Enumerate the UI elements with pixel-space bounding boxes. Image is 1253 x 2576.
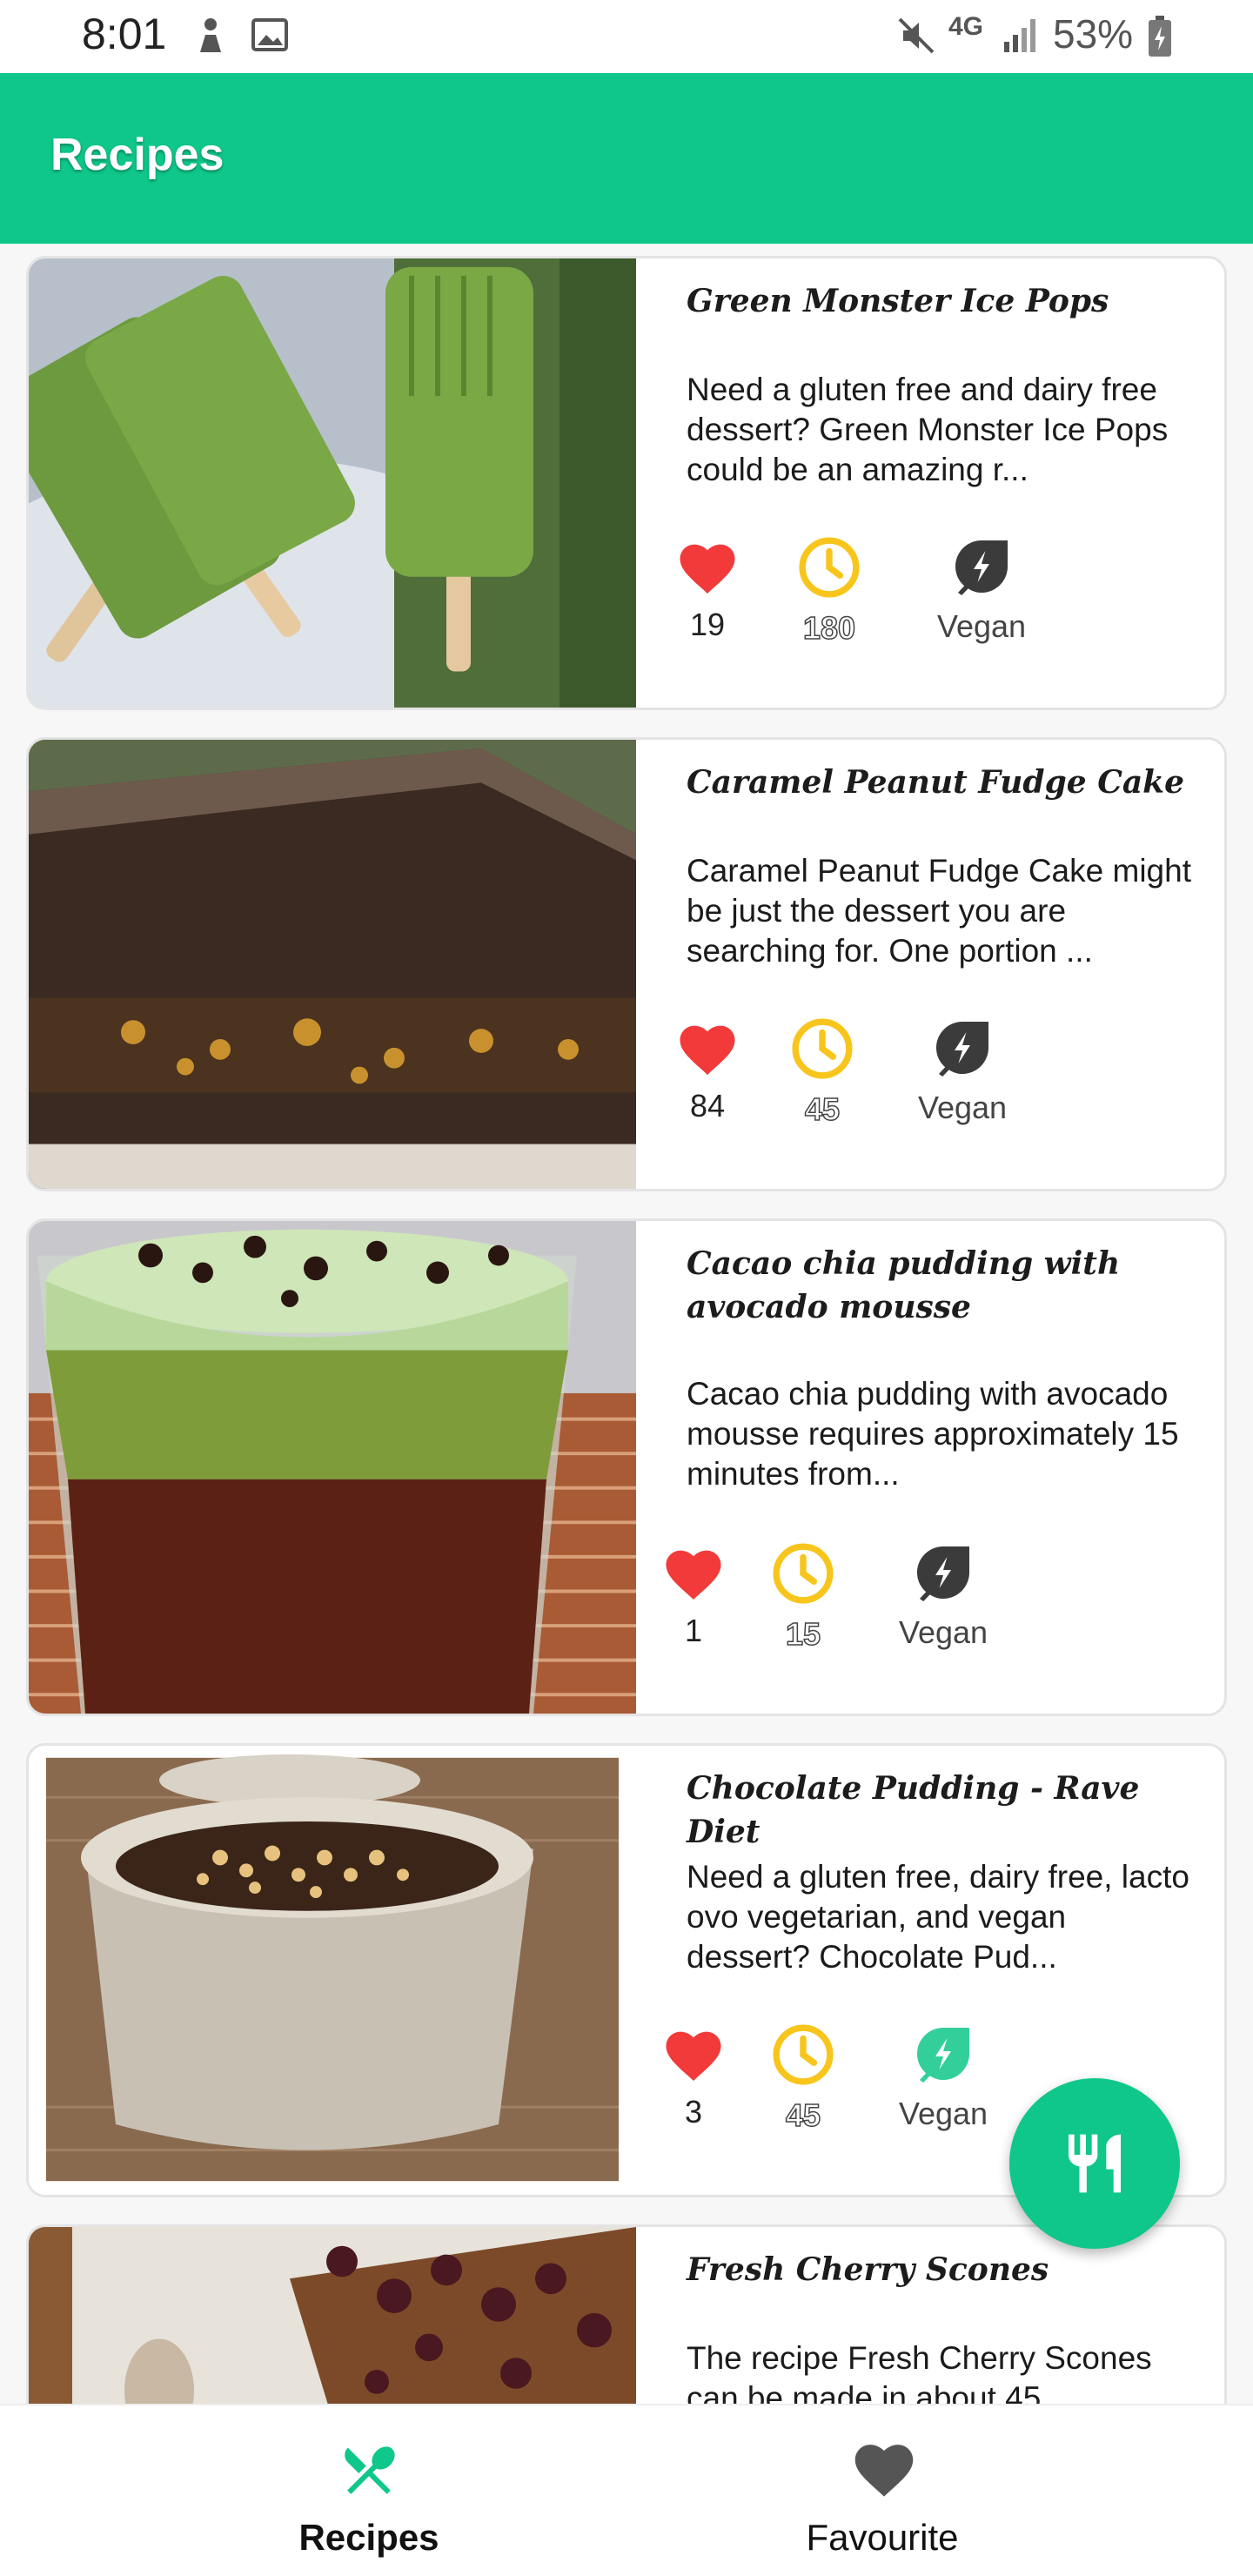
restaurant-icon [1069, 2134, 1121, 2193]
time-stat: 15 [760, 1541, 847, 1653]
recipe-card[interactable]: Fresh Cherry Scones The recipe Fresh Che… [26, 2224, 1227, 2404]
recipe-description: Cacao chia pudding with avocado mousse r… [687, 1376, 1179, 1492]
vegan-stat: Vegan [887, 1541, 1000, 1651]
recipe-card[interactable]: Green Monster Ice Pops Need a gluten fre… [26, 256, 1227, 710]
signal-icon [1001, 16, 1041, 58]
nav-item-favourite[interactable]: Favourite [569, 2405, 1196, 2576]
likes-stat: 84 [673, 1020, 742, 1124]
leaf-icon [917, 2028, 969, 2083]
recipe-image [29, 740, 636, 1189]
restaurant-fab-button[interactable] [1009, 2078, 1180, 2249]
mute-icon [896, 16, 936, 60]
time-stat: 45 [779, 1016, 866, 1128]
recipe-image [29, 1746, 636, 2195]
bottom-navigation: Recipes Favourite [0, 2404, 1253, 2576]
leaf-icon [917, 1546, 969, 1601]
recipe-title: Caramel Peanut Fudge Cake [687, 764, 1185, 801]
status-bar: 8:01 4G 53% [0, 0, 1253, 73]
clock-icon [773, 2024, 834, 2085]
recipe-title: Cacao chia pudding with avocado mousse [687, 1245, 1121, 1325]
heart-icon [680, 1025, 735, 1075]
vegan-stat: Vegan [906, 1016, 1019, 1126]
status-time: 8:01 [82, 10, 167, 58]
time-minutes: 45 [804, 1090, 841, 1128]
gallery-icon [251, 16, 289, 58]
fork-knife-icon [345, 2446, 395, 2494]
time-minutes: 45 [785, 2096, 821, 2134]
notification-icon [193, 16, 228, 60]
time-stat: 45 [760, 2023, 847, 2134]
time-minutes: 15 [785, 1615, 821, 1653]
diet-label: Vegan [898, 1614, 988, 1650]
battery-icon [1147, 16, 1173, 62]
app-bar: Recipes [0, 73, 1253, 244]
recipe-description: Caramel Peanut Fudge Cake might be just … [687, 853, 1191, 969]
nav-label-favourite: Favourite [806, 2517, 959, 2558]
likes-count: 1 [684, 1613, 703, 1648]
recipe-card[interactable]: Caramel Peanut Fudge Cake Caramel Peanut… [26, 737, 1227, 1191]
vegan-stat: Vegan [925, 535, 1038, 645]
clock-icon [799, 537, 860, 598]
recipe-description: Need a gluten free and dairy free desser… [687, 372, 1169, 487]
leaf-icon [955, 540, 1008, 595]
clock-icon [792, 1018, 853, 1079]
recipe-image [29, 1221, 636, 1714]
vegan-stat: Vegan [887, 2023, 1000, 2132]
page-title: Recipes [50, 130, 224, 180]
likes-stat: 19 [673, 539, 742, 643]
recipe-title: Fresh Cherry Scones [687, 2251, 1049, 2288]
likes-count: 3 [684, 2094, 703, 2130]
heart-icon [666, 1550, 721, 1600]
heart-icon [854, 2445, 914, 2497]
likes-stat: 3 [659, 2026, 728, 2130]
likes-stat: 1 [659, 1545, 728, 1649]
diet-label: Vegan [898, 2096, 988, 2131]
recipe-list[interactable]: Green Monster Ice Pops Need a gluten fre… [0, 244, 1253, 2404]
heart-icon [680, 544, 735, 594]
heart-icon [666, 2031, 721, 2081]
recipe-description: The recipe Fresh Cherry Scones can be ma… [687, 2340, 1152, 2404]
clock-icon [773, 1543, 834, 1604]
recipe-title: Chocolate Pudding - Rave Diet [687, 1770, 1140, 1850]
time-minutes: 180 [802, 609, 856, 647]
recipe-image [29, 258, 636, 708]
leaf-icon [936, 1022, 988, 1077]
recipe-description: Need a gluten free, dairy free, lacto ov… [687, 1859, 1189, 1975]
time-stat: 180 [786, 535, 873, 647]
likes-count: 19 [689, 607, 726, 642]
recipe-title: Green Monster Ice Pops [687, 283, 1109, 319]
battery-percent: 53% [1053, 11, 1134, 57]
network-type-icon: 4G [948, 12, 984, 41]
diet-label: Vegan [936, 608, 1027, 644]
likes-count: 84 [689, 1088, 726, 1124]
recipe-image [29, 2227, 636, 2404]
recipe-card[interactable]: Cacao chia pudding with avocado mousse C… [26, 1218, 1227, 1716]
diet-label: Vegan [917, 1090, 1008, 1125]
